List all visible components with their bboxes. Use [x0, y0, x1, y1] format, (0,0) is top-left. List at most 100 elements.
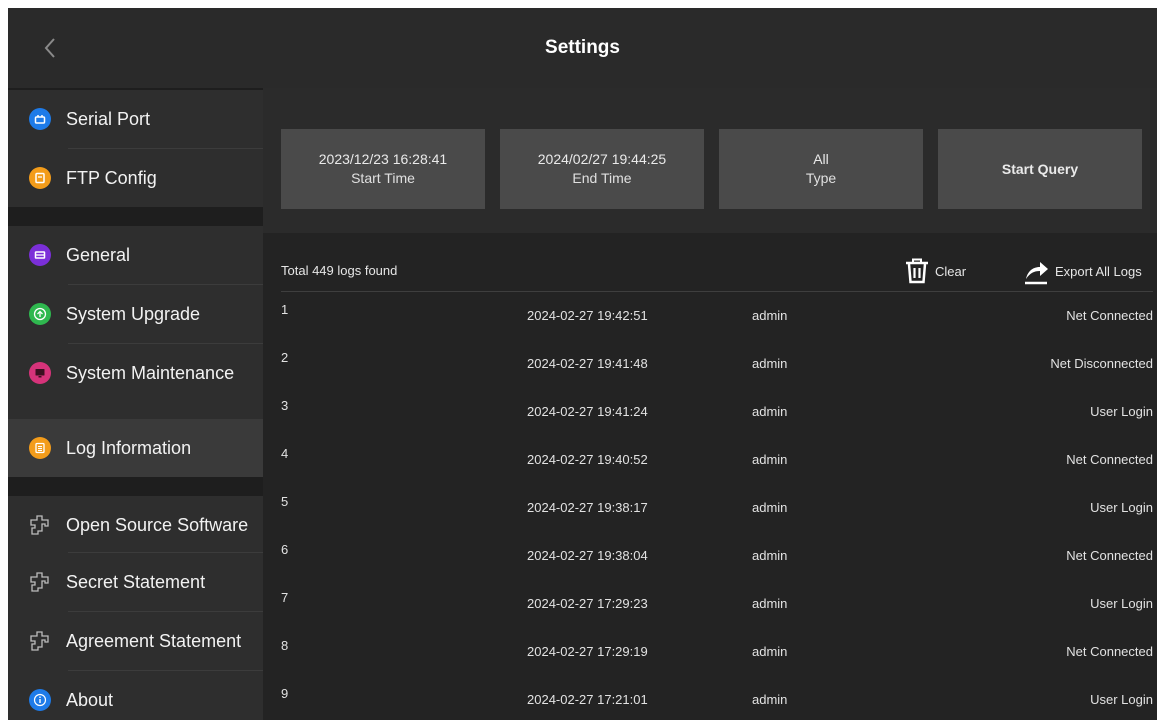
log-time: 2024-02-27 19:38:17: [527, 500, 648, 515]
sidebar-item-label: General: [66, 244, 131, 265]
sidebar: Serial Port FTP Config General System Up…: [8, 88, 263, 720]
log-time: 2024-02-27 19:42:51: [527, 308, 648, 323]
sidebar-item-secret-statement[interactable]: Secret Statement: [8, 553, 263, 611]
log-row: 7 2024-02-27 17:29:23 admin User Login: [281, 580, 1153, 628]
start-time-label: Start Time: [351, 170, 415, 186]
type-value: All: [813, 151, 829, 167]
log-row: 8 2024-02-27 17:29:19 admin Net Connected: [281, 628, 1153, 676]
start-query-button[interactable]: Start Query: [938, 129, 1142, 209]
log-row: 3 2024-02-27 19:41:24 admin User Login: [281, 388, 1153, 436]
sidebar-item-label: Serial Port: [66, 108, 151, 129]
log-icon: [28, 436, 52, 460]
log-panel: 2023/12/23 16:28:41 Start Time 2024/02/2…: [263, 88, 1157, 720]
sidebar-item-label: System Upgrade: [66, 303, 201, 324]
puzzle-icon: [28, 629, 52, 653]
log-row: 6 2024-02-27 19:38:04 admin Net Connected: [281, 532, 1153, 580]
log-user: admin: [752, 548, 788, 563]
log-event: Net Connected: [1066, 308, 1153, 323]
log-user: admin: [752, 308, 788, 323]
list-header: Total 449 logs found Clear Export All Lo…: [281, 250, 1153, 292]
sidebar-item-label: Open Source Software: [66, 514, 249, 535]
settings-app: Settings Serial Port FTP Config General …: [8, 8, 1157, 720]
end-time-label: End Time: [572, 170, 632, 186]
type-button[interactable]: All Type: [719, 129, 923, 209]
log-event: Net Connected: [1066, 452, 1153, 467]
log-user: admin: [752, 500, 788, 515]
log-list: 1 2024-02-27 19:42:51 admin Net Connected 2 2…: [281, 292, 1153, 720]
sidebar-item-open-source-software[interactable]: Open Source Software: [8, 496, 263, 554]
log-time: 2024-02-27 19:41:24: [527, 404, 648, 419]
log-index: 5: [281, 494, 289, 509]
sidebar-group-legal: Open Source Software Secret Statement Ag…: [8, 496, 263, 720]
log-index: 3: [281, 398, 289, 413]
clear-button[interactable]: Clear: [903, 256, 966, 286]
log-row: 4 2024-02-27 19:40:52 admin Net Connected: [281, 436, 1153, 484]
log-time: 2024-02-27 19:40:52: [527, 452, 648, 467]
log-user: admin: [752, 692, 788, 707]
clear-label: Clear: [935, 263, 967, 279]
sidebar-item-general[interactable]: General: [8, 226, 263, 284]
sidebar-item-label: System Maintenance: [66, 362, 235, 383]
log-user: admin: [752, 356, 788, 371]
log-row: 2 2024-02-27 19:41:48 admin Net Disconnecte…: [281, 340, 1153, 388]
log-row: 1 2024-02-27 19:42:51 admin Net Connected: [281, 292, 1153, 340]
end-time-value: 2024/02/27 19:44:25: [537, 151, 667, 167]
sidebar-group-log: Log Information: [8, 419, 263, 477]
sidebar-item-log-information[interactable]: Log Information: [8, 419, 263, 477]
query-panel: 2023/12/23 16:28:41 Start Time 2024/02/2…: [263, 88, 1157, 233]
log-time: 2024-02-27 17:29:19: [527, 644, 648, 659]
log-time: 2024-02-27 17:29:23: [527, 596, 648, 611]
sidebar-item-label: Log Information: [66, 437, 192, 458]
start-time-value: 2023/12/23 16:28:41: [318, 151, 448, 167]
log-event: User Login: [1090, 692, 1153, 707]
sidebar-item-system-maintenance[interactable]: System Maintenance: [8, 344, 263, 402]
sidebar-item-about[interactable]: About: [8, 671, 263, 720]
log-user: admin: [752, 452, 788, 467]
sidebar-item-label: About: [66, 689, 114, 710]
sidebar-item-label: FTP Config: [66, 167, 157, 188]
sidebar-item-system-upgrade[interactable]: System Upgrade: [8, 285, 263, 343]
log-event: User Login: [1090, 596, 1153, 611]
start-query-label: Start Query: [1001, 160, 1079, 177]
log-row: 5 2024-02-27 19:38:17 admin User Login: [281, 484, 1153, 532]
type-label: Type: [805, 170, 837, 186]
log-time: 2024-02-27 17:21:01: [527, 692, 648, 707]
sidebar-item-label: Secret Statement: [66, 571, 206, 592]
log-index: 9: [281, 686, 289, 701]
log-event: User Login: [1090, 404, 1153, 419]
log-event: User Login: [1090, 500, 1153, 515]
sidebar-item-ftp-config[interactable]: FTP Config: [8, 149, 263, 207]
log-user: admin: [752, 644, 788, 659]
log-time: 2024-02-27 19:41:48: [527, 356, 648, 371]
sidebar-group-connection: Serial Port FTP Config: [8, 90, 263, 207]
log-user: admin: [752, 404, 788, 419]
log-row: 9 2024-02-27 17:21:01 admin User Login: [281, 676, 1153, 720]
ftp-icon: [28, 166, 52, 190]
sidebar-item-label: Agreement Statement: [66, 630, 242, 651]
log-user: admin: [752, 596, 788, 611]
puzzle-icon: [28, 513, 52, 537]
export-all-button[interactable]: Export All Logs: [1023, 256, 1142, 286]
log-index: 7: [281, 590, 289, 605]
sidebar-group-system: General System Upgrade System Maintenanc…: [8, 226, 263, 420]
upgrade-icon: [28, 302, 52, 326]
sidebar-item-agreement-statement[interactable]: Agreement Statement: [8, 612, 263, 670]
log-index: 6: [281, 542, 289, 557]
chevron-left-icon: [44, 38, 55, 58]
log-event: Net Connected: [1066, 644, 1153, 659]
export-label: Export All Logs: [1055, 263, 1142, 279]
serial-port-icon: [28, 107, 52, 131]
page-title: Settings: [545, 37, 620, 58]
end-time-button[interactable]: 2024/02/27 19:44:25 End Time: [500, 129, 704, 209]
sidebar-item-serial-port[interactable]: Serial Port: [8, 90, 263, 148]
share-arrow-icon: [1025, 262, 1048, 285]
log-index: 4: [281, 446, 289, 461]
log-index: 2: [281, 350, 289, 365]
back-button[interactable]: [30, 28, 70, 68]
log-event: Net Disconnected: [1050, 356, 1153, 371]
start-time-button[interactable]: 2023/12/23 16:28:41 Start Time: [281, 129, 485, 209]
maintenance-icon: [28, 361, 52, 385]
log-event: Net Connected: [1066, 548, 1153, 563]
log-time: 2024-02-27 19:38:04: [527, 548, 648, 563]
log-index: 8: [281, 638, 289, 653]
